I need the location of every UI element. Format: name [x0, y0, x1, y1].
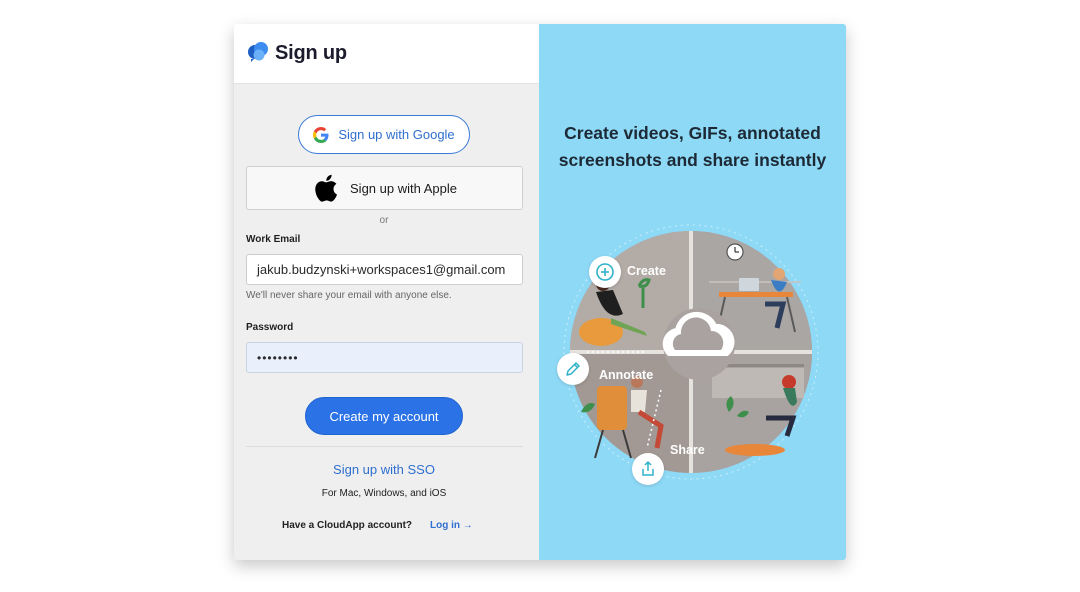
email-label: Work Email — [246, 234, 301, 245]
create-label: Create — [627, 264, 666, 278]
have-account-text: Have a CloudApp account? — [282, 520, 413, 531]
apple-signup-label: Sign up with Apple — [350, 180, 457, 196]
arrow-right-icon: → — [462, 520, 473, 531]
platforms-note: For Mac, Windows, and iOS — [321, 488, 447, 499]
login-label: Log in — [430, 520, 460, 531]
password-value: •••••••• — [257, 350, 299, 365]
pencil-icon — [566, 362, 580, 376]
promo-headline: Create videos, GIFs, annotated screensho… — [539, 120, 846, 174]
page-title: Sign up — [275, 42, 347, 64]
password-label: Password — [246, 322, 294, 333]
apple-icon — [315, 174, 338, 202]
email-field[interactable]: jakub.budzynski+workspaces1@gmail.com — [246, 254, 523, 285]
annotate-badge — [557, 353, 589, 385]
signup-header: Sign up — [234, 24, 539, 84]
google-signup-label: Sign up with Google — [338, 127, 455, 142]
signup-form-panel: Sign up Sign up with Google Sign up with… — [234, 24, 539, 560]
create-badge — [589, 256, 621, 288]
cloudapp-logo-icon — [248, 42, 268, 62]
promo-headline-line1: Create videos, GIFs, annotated — [564, 123, 821, 143]
share-label: Share — [670, 443, 705, 457]
login-link[interactable]: Log in → — [430, 520, 473, 531]
plus-circle-icon — [596, 263, 614, 281]
email-hint: We'll never share your email with anyone… — [246, 290, 452, 301]
annotate-label: Annotate — [599, 368, 654, 382]
share-badge — [632, 453, 664, 485]
google-signup-button[interactable]: Sign up with Google — [298, 115, 470, 154]
google-icon — [313, 126, 329, 143]
create-account-button[interactable]: Create my account — [305, 397, 463, 435]
or-separator: or — [379, 215, 389, 226]
promo-illustration: Create Annotate Share — [551, 222, 841, 494]
promo-headline-line2: screenshots and share instantly — [558, 150, 827, 170]
share-icon — [642, 461, 654, 476]
signup-card: Sign up Sign up with Google Sign up with… — [234, 24, 846, 560]
divider — [246, 446, 523, 447]
password-field[interactable]: •••••••• — [246, 342, 523, 373]
email-value: jakub.budzynski+workspaces1@gmail.com — [257, 262, 506, 277]
promo-panel: Create videos, GIFs, annotated screensho… — [539, 24, 846, 560]
apple-signup-button[interactable]: Sign up with Apple — [246, 166, 523, 210]
sso-signup-link[interactable]: Sign up with SSO — [234, 462, 534, 477]
